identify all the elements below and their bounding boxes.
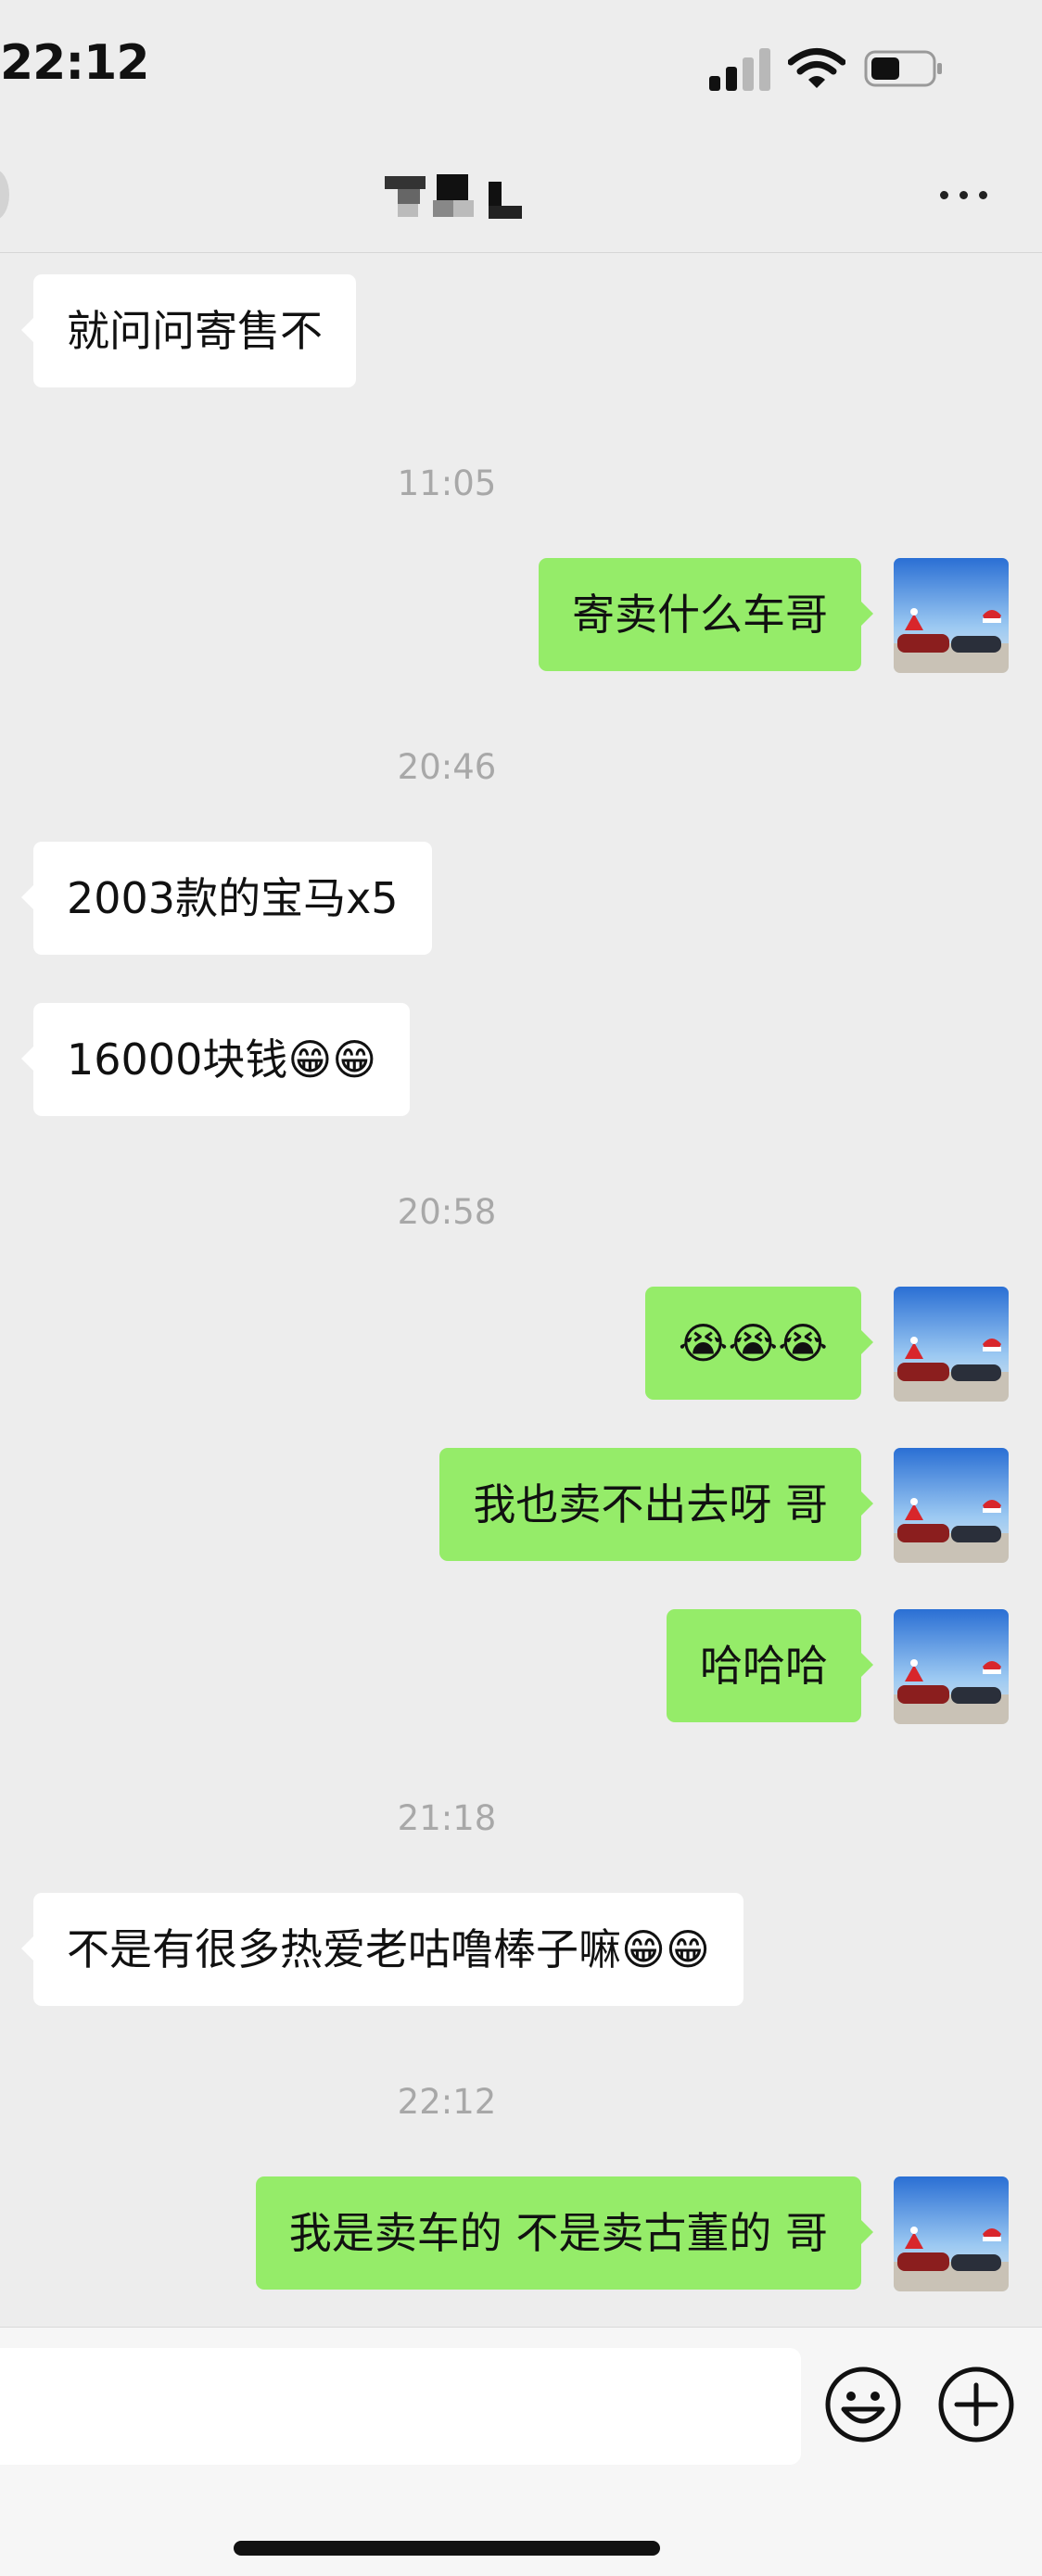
message-input[interactable]: [0, 2348, 801, 2465]
user-avatar[interactable]: [894, 558, 1009, 673]
message-row: 我也卖不出去呀 哥: [0, 1448, 1042, 1563]
incoming-message-bubble[interactable]: 2003款的宝马x5: [21, 842, 432, 955]
message-list[interactable]: 就问问寄售不 11:05 寄卖什么车哥 20:46 2003款的宝马x5 160…: [0, 252, 1042, 2327]
smiley-icon[interactable]: [823, 2365, 903, 2444]
wifi-icon: [788, 48, 845, 88]
user-avatar[interactable]: [894, 1287, 1009, 1402]
home-indicator[interactable]: [234, 2541, 660, 2556]
message-row: 我是卖车的 不是卖古董的 哥: [0, 2176, 1042, 2291]
incoming-message-bubble[interactable]: 16000块钱😁😁: [20, 1003, 411, 1116]
message-row: 寄卖什么车哥: [0, 558, 1042, 673]
user-avatar[interactable]: [894, 2176, 1009, 2291]
chat-header: [0, 139, 1042, 253]
user-avatar[interactable]: [894, 1448, 1009, 1563]
back-button[interactable]: [0, 169, 9, 221]
chat-title-redacted: [385, 174, 524, 219]
message-input-bar: [0, 2327, 1042, 2576]
user-avatar[interactable]: [894, 1609, 1009, 1724]
message-timestamp: 20:58: [397, 1192, 497, 1232]
outgoing-message-bubble[interactable]: 我是卖车的 不是卖古董的 哥: [255, 2176, 874, 2290]
message-timestamp: 20:46: [397, 747, 497, 787]
status-bar: 22:12: [0, 0, 1042, 139]
plus-circle-icon[interactable]: [936, 2365, 1016, 2444]
outgoing-message-bubble[interactable]: 哈哈哈: [667, 1609, 873, 1722]
outgoing-message-bubble[interactable]: 我也卖不出去呀 哥: [439, 1448, 873, 1561]
outgoing-message-bubble[interactable]: 😭😭😭: [644, 1287, 874, 1400]
incoming-message-bubble[interactable]: 就问问寄售不: [21, 274, 356, 387]
message-timestamp: 11:05: [397, 463, 497, 503]
message-row: 哈哈哈: [0, 1609, 1042, 1724]
outgoing-message-bubble[interactable]: 寄卖什么车哥: [539, 558, 873, 671]
signal-icon: [709, 48, 772, 91]
message-row: 就问问寄售不: [0, 274, 1042, 389]
message-row: 😭😭😭: [0, 1287, 1042, 1402]
incoming-message-bubble[interactable]: 不是有很多热爱老咕噜棒子嘛😁😁: [21, 1893, 743, 2006]
message-timestamp: 22:12: [397, 2082, 497, 2122]
battery-icon: [864, 50, 942, 87]
more-dots-icon[interactable]: [936, 187, 992, 204]
message-row: 16000块钱😁😁: [0, 1003, 1042, 1118]
message-timestamp: 21:18: [397, 1798, 497, 1838]
status-time: 22:12: [0, 35, 150, 91]
message-row: 2003款的宝马x5: [0, 842, 1042, 957]
message-row: 不是有很多热爱老咕噜棒子嘛😁😁: [0, 1893, 1042, 2008]
